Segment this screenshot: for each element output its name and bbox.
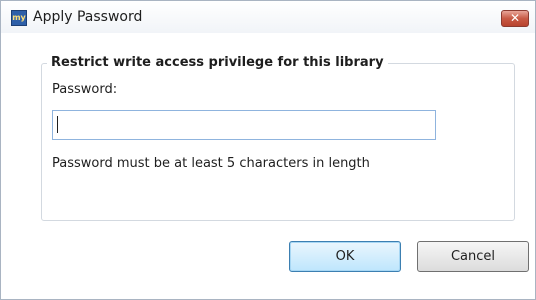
apply-password-dialog: my Apply Password ✕ Restrict write acces…: [0, 0, 536, 300]
window-title: Apply Password: [33, 9, 143, 25]
group-legend: Restrict write access privilege for this…: [47, 55, 388, 70]
title-bar[interactable]: my Apply Password ✕: [1, 1, 535, 33]
cancel-button[interactable]: Cancel: [417, 241, 529, 272]
app-icon: my: [11, 10, 27, 26]
restrict-access-group: Restrict write access privilege for this…: [41, 55, 515, 221]
password-input[interactable]: [52, 110, 436, 140]
text-caret: [57, 116, 58, 133]
close-button[interactable]: ✕: [501, 10, 529, 27]
password-label: Password:: [52, 82, 118, 97]
close-icon: ✕: [509, 11, 521, 25]
password-hint: Password must be at least 5 characters i…: [52, 156, 370, 171]
ok-button[interactable]: OK: [289, 241, 401, 272]
